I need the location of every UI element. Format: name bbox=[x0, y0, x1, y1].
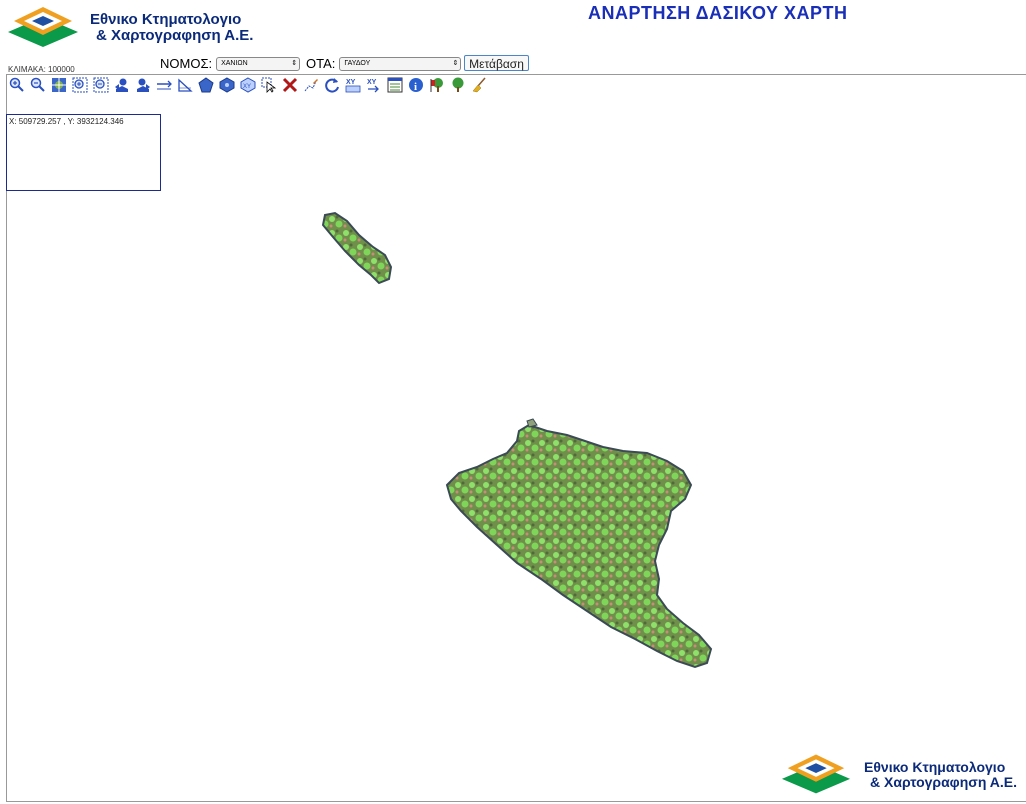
island-small bbox=[321, 211, 393, 285]
digitize-icon[interactable] bbox=[302, 76, 320, 94]
nomos-label: ΝΟΜΟΣ: bbox=[160, 56, 213, 71]
page-title: ΑΝΑΡΤΗΣΗ ΔΑΣΙΚΟΥ ΧΑΡΤΗ bbox=[588, 3, 848, 23]
ota-select[interactable]: ΓΑΥΔΟΥ ⇕ bbox=[339, 56, 462, 71]
island-large bbox=[445, 423, 713, 669]
ota-select-value: ΓΑΥΔΟΥ bbox=[344, 59, 371, 67]
nomos-select-value: ΧΑΝΙΩΝ bbox=[221, 59, 248, 67]
xy-locate-icon[interactable]: XY bbox=[365, 76, 383, 94]
broom-icon[interactable] bbox=[470, 76, 488, 94]
zoom-box-in-icon[interactable] bbox=[71, 76, 89, 94]
xy-goto-icon[interactable]: XY bbox=[344, 76, 362, 94]
full-extent-icon[interactable] bbox=[50, 76, 68, 94]
polygon-select-icon[interactable] bbox=[218, 76, 236, 94]
ota-selector: ΟΤΑ: ΓΑΥΔΟΥ ⇕ bbox=[306, 56, 462, 71]
logo-line-2: & Χαρτογραφηση Α.Ε. bbox=[96, 27, 254, 44]
polygon-icon[interactable] bbox=[197, 76, 215, 94]
logo-line-2: & Χαρτογραφηση Α.Ε. bbox=[870, 774, 1017, 790]
info-icon[interactable]: i bbox=[407, 76, 425, 94]
legend-icon[interactable] bbox=[386, 76, 404, 94]
logo: Εθνικο Κτηματολογιο & Χαρτογραφηση Α.Ε. bbox=[6, 3, 253, 49]
logo-line-1: Εθνικο Κτηματολογιο bbox=[864, 758, 1006, 775]
measure-distance-icon[interactable] bbox=[155, 76, 173, 94]
clear-selection-icon[interactable] bbox=[281, 76, 299, 94]
pan-forward-icon[interactable] bbox=[134, 76, 152, 94]
pan-back-icon[interactable] bbox=[113, 76, 131, 94]
coordinates-readout: X: 509729.257 , Y: 3932124.346 bbox=[9, 117, 124, 126]
nomos-selector: ΝΟΜΟΣ: ΧΑΝΙΩΝ ⇕ bbox=[160, 56, 301, 71]
xy-select-icon[interactable]: XY bbox=[239, 76, 257, 94]
zoom-box-out-icon[interactable] bbox=[92, 76, 110, 94]
ota-label: ΟΤΑ: bbox=[306, 56, 336, 71]
logo-line-1: Εθνικο Κτηματολογιο bbox=[90, 10, 242, 28]
go-button[interactable]: Μετάβαση bbox=[464, 55, 529, 71]
svg-text:XY: XY bbox=[243, 84, 251, 90]
select-arrows-icon: ⇕ bbox=[452, 59, 459, 67]
measure-angle-icon[interactable] bbox=[176, 76, 194, 94]
logo-mark-icon bbox=[781, 754, 851, 794]
map-toolbar: XY XY XY i bbox=[8, 76, 488, 94]
zoom-in-icon[interactable] bbox=[8, 76, 26, 94]
logo-footer: Εθνικο Κτηματολογιο & Χαρτογραφηση Α.Ε. bbox=[780, 750, 1017, 796]
forest-flag-icon[interactable] bbox=[428, 76, 446, 94]
coordinates-panel: X: 509729.257 , Y: 3932124.346 bbox=[6, 114, 161, 191]
svg-text:i: i bbox=[414, 81, 417, 93]
tree-icon[interactable] bbox=[449, 76, 467, 94]
svg-text:XY: XY bbox=[367, 79, 377, 86]
nomos-select[interactable]: ΧΑΝΙΩΝ ⇕ bbox=[216, 56, 301, 71]
logo-mark-icon bbox=[8, 7, 78, 47]
pointer-select-icon[interactable] bbox=[260, 76, 278, 94]
refresh-icon[interactable] bbox=[323, 76, 341, 94]
svg-text:XY: XY bbox=[346, 79, 356, 86]
scale-label: ΚΛΙΜΑΚΑ: 100000 bbox=[8, 65, 75, 74]
select-arrows-icon: ⇕ bbox=[291, 59, 298, 67]
zoom-out-icon[interactable] bbox=[29, 76, 47, 94]
